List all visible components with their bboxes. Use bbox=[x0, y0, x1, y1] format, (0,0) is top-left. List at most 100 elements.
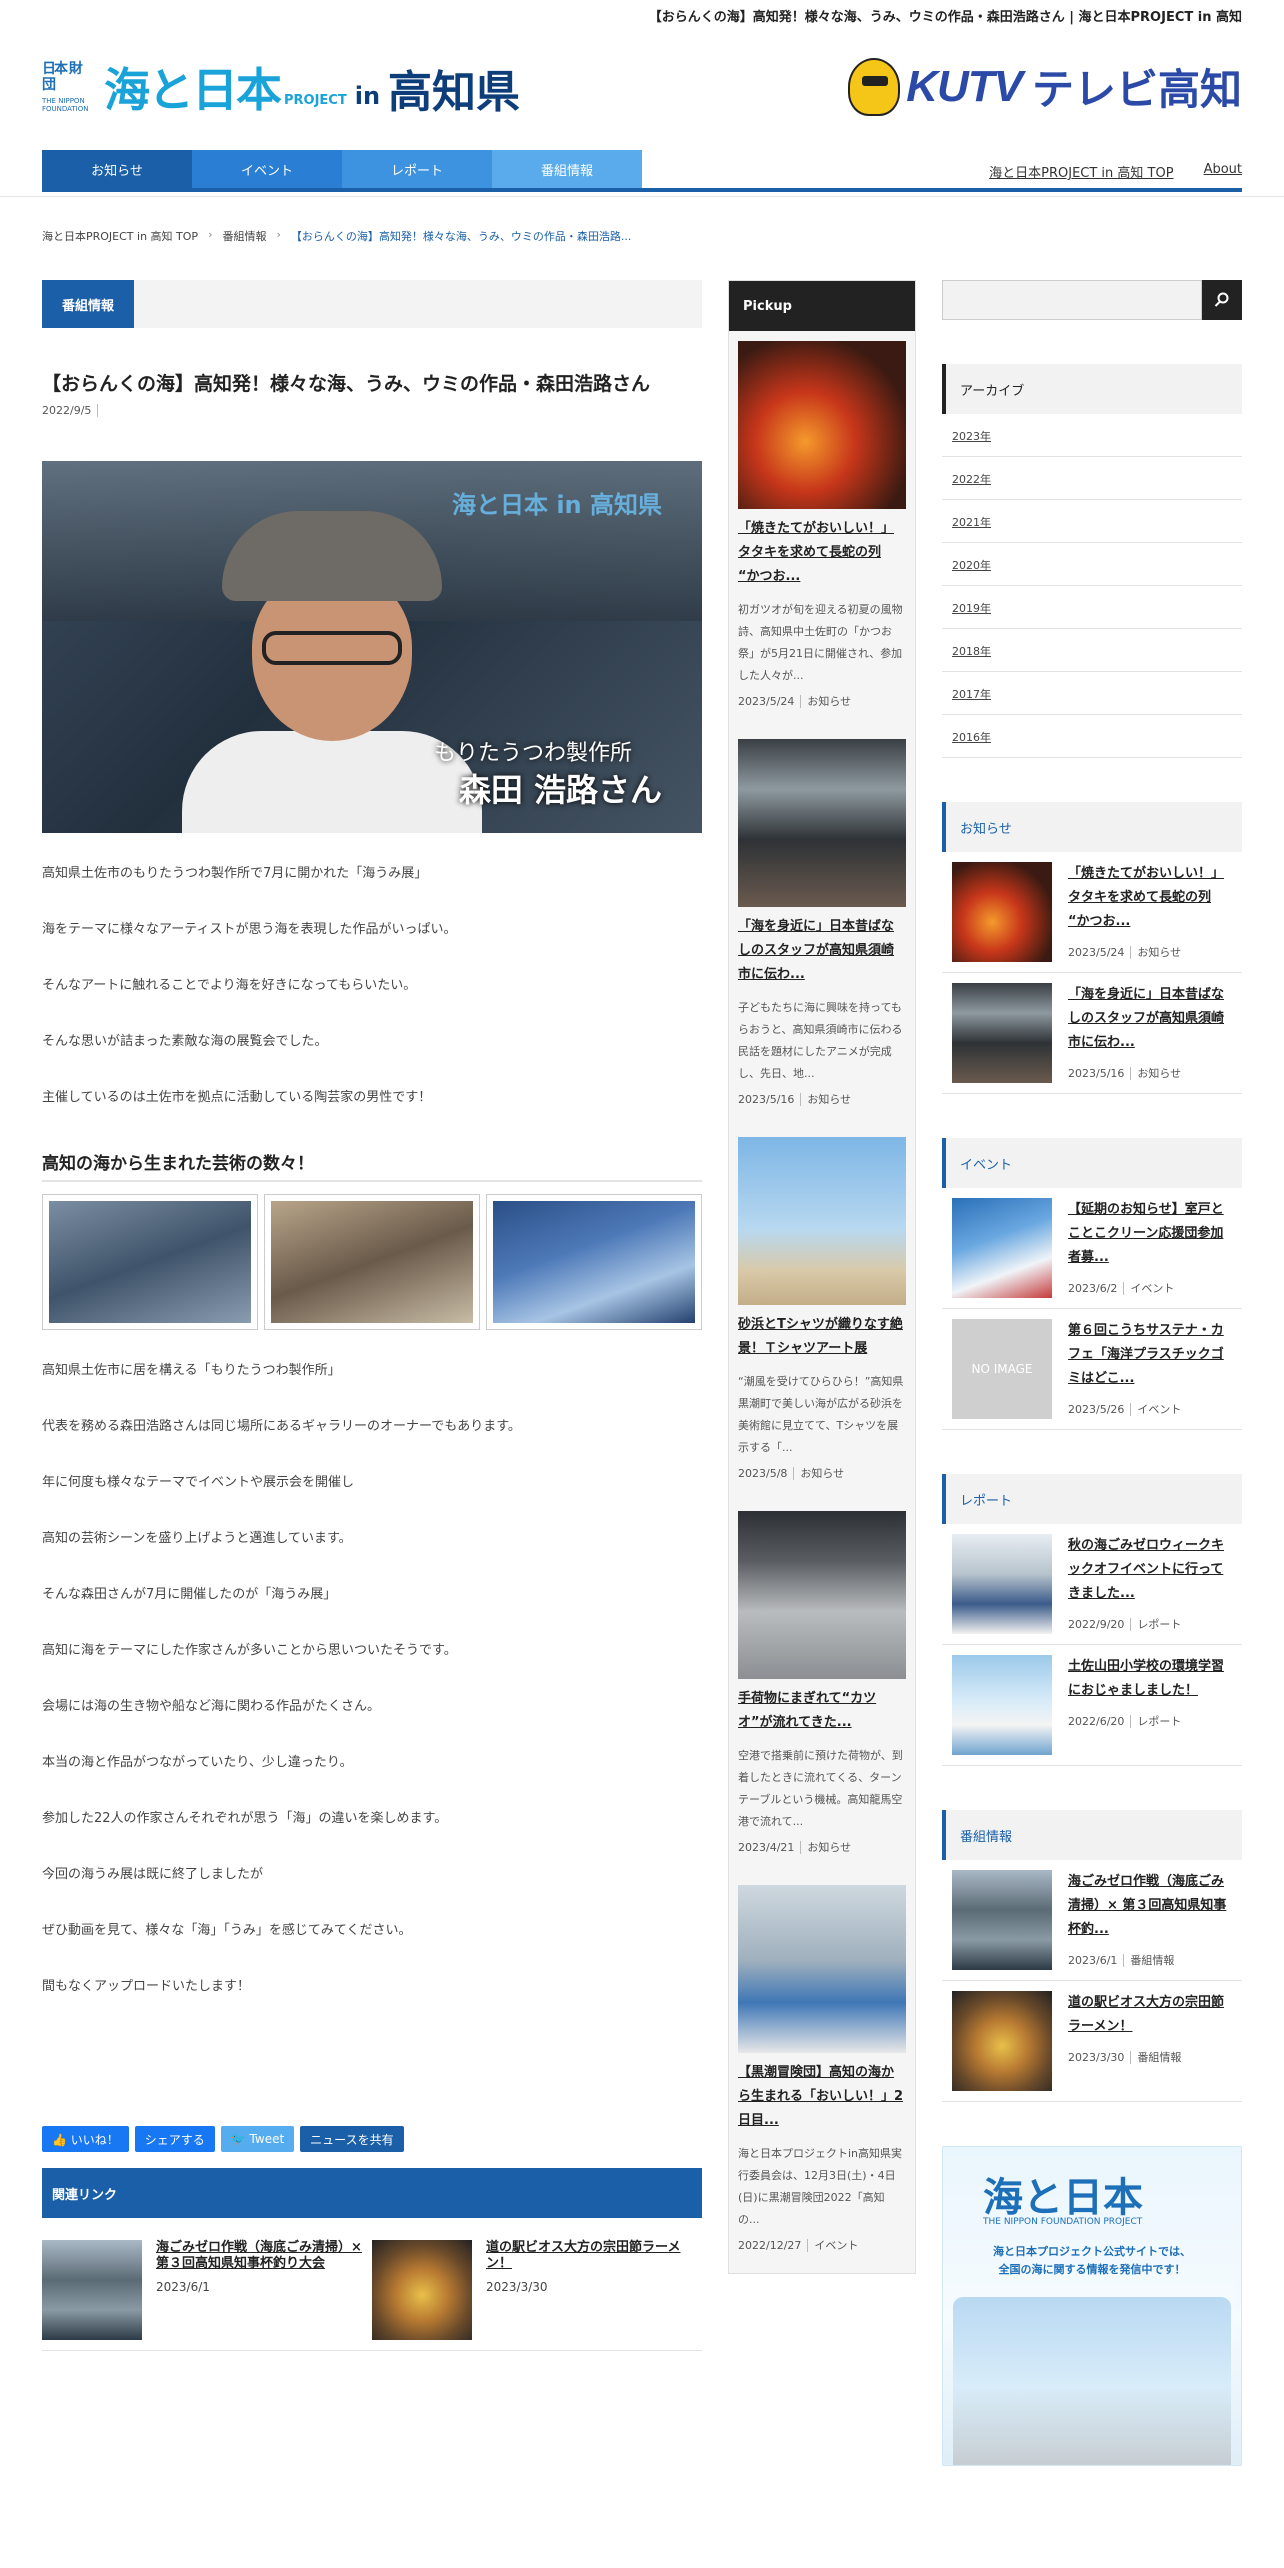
pickup-title[interactable]: 手荷物にまぎれて“カツオ”が流れてきた... bbox=[738, 1687, 906, 1735]
side-post-date: 2023/6/1 bbox=[1068, 1954, 1125, 1967]
side-post-category[interactable]: イベント bbox=[1130, 1282, 1174, 1295]
side-post-category[interactable]: レポート bbox=[1137, 1618, 1181, 1631]
pickup-title[interactable]: 「焼きたてがおいしい！」タタキを求めて長蛇の列 “かつお... bbox=[738, 517, 906, 589]
pickup-category[interactable]: お知らせ bbox=[800, 1467, 844, 1480]
search-form bbox=[942, 280, 1242, 320]
body-paragraph: 今回の海うみ展は既に終了しましたが bbox=[42, 1867, 264, 1882]
side-post-thumbnail[interactable] bbox=[952, 983, 1052, 1083]
pickup-category[interactable]: お知らせ bbox=[807, 695, 851, 708]
post-date: 2022/9/5 bbox=[42, 404, 702, 417]
pickup-thumbnail[interactable] bbox=[738, 1511, 906, 1679]
archive-item[interactable]: 2017年 bbox=[942, 672, 1242, 715]
pickup-item[interactable]: 【黒潮冒険団】高知の海から生まれる「おいしい！」2日目... 海と日本プロジェク… bbox=[729, 1875, 915, 2273]
search-icon[interactable] bbox=[1202, 280, 1242, 320]
related-title[interactable]: 道の駅ビオス大方の宗田節ラーメン！ bbox=[486, 2240, 702, 2272]
side-post-thumbnail[interactable] bbox=[952, 1198, 1052, 1298]
pickup-thumbnail[interactable] bbox=[738, 341, 906, 509]
archive-item[interactable]: 2016年 bbox=[942, 715, 1242, 758]
gallery-image[interactable] bbox=[264, 1194, 480, 1330]
pickup-item[interactable]: 砂浜とTシャツが織りなす絶景！Ｔシャツアート展 “潮風を受けてひらひら！”高知県… bbox=[729, 1127, 915, 1501]
nav-oshirase[interactable]: お知らせ bbox=[42, 150, 192, 188]
side-post-title[interactable]: 第６回こうちサステナ・カフェ「海洋プラスチックゴミはどこ... bbox=[1068, 1319, 1232, 1391]
tv-kochi-text: テレビ高知 bbox=[1031, 65, 1242, 114]
archive-item[interactable]: 2023年 bbox=[942, 414, 1242, 457]
nav-report[interactable]: レポート bbox=[342, 150, 492, 188]
side-post-title[interactable]: 秋の海ごみゼロウィークキックオフイベントに行ってきました... bbox=[1068, 1534, 1232, 1606]
side-post-item[interactable]: 道の駅ビオス大方の宗田節ラーメン！ 2023/3/30 番組情報 bbox=[942, 1981, 1242, 2102]
side-post-category[interactable]: お知らせ bbox=[1137, 946, 1181, 959]
category-label[interactable]: 番組情報 bbox=[42, 280, 135, 328]
pickup-category[interactable]: お知らせ bbox=[807, 1841, 851, 1854]
nav-event[interactable]: イベント bbox=[192, 150, 342, 188]
gallery-image[interactable] bbox=[486, 1194, 702, 1330]
side-post-item[interactable]: 秋の海ごみゼロウィークキックオフイベントに行ってきました... 2022/9/2… bbox=[942, 1524, 1242, 1645]
nav-about-link[interactable]: About bbox=[1204, 162, 1242, 181]
archive-item[interactable]: 2018年 bbox=[942, 629, 1242, 672]
kochi-label: 高知県 bbox=[388, 67, 521, 118]
side-post-item[interactable]: 【延期のお知らせ】室戸とことこクリーン応援団参加者募... 2023/6/2 イベ… bbox=[942, 1188, 1242, 1309]
search-input[interactable] bbox=[942, 280, 1202, 320]
side-post-item[interactable]: 土佐山田小学校の環境学習におじゃましました！ 2022/6/20 レポート bbox=[942, 1645, 1242, 1766]
pickup-item[interactable]: 「海を身近に」日本昔ばなしのスタッフが高知県須崎市に伝わ... 子どもたちに海に… bbox=[729, 729, 915, 1127]
side-post-item[interactable]: 「海を身近に」日本昔ばなしのスタッフが高知県須崎市に伝わ... 2023/5/1… bbox=[942, 973, 1242, 1094]
related-item[interactable]: 道の駅ビオス大方の宗田節ラーメン！ 2023/3/30 bbox=[372, 2240, 702, 2340]
side-post-category[interactable]: 番組情報 bbox=[1130, 1954, 1174, 1967]
facebook-share-button[interactable]: シェアする bbox=[134, 2126, 215, 2152]
kutv-logo[interactable]: KUTV テレビ高知 bbox=[848, 56, 1242, 117]
pickup-title[interactable]: 砂浜とTシャツが織りなす絶景！Ｔシャツアート展 bbox=[738, 1313, 906, 1361]
side-post-title[interactable]: 海ごみゼロ作戦（海底ごみ清掃）× 第３回高知県知事杯釣... bbox=[1068, 1870, 1232, 1942]
breadcrumb: 海と日本PROJECT in 高知 TOP › 番組情報 › 【おらんくの海】高… bbox=[42, 228, 631, 244]
related-title[interactable]: 海ごみゼロ作戦（海底ごみ清掃）× 第３回高知県知事杯釣り大会 bbox=[156, 2240, 372, 2272]
side-post-meta: 2023/5/16 お知らせ bbox=[1068, 1065, 1232, 1081]
side-post-item[interactable]: NO IMAGE 第６回こうちサステナ・カフェ「海洋プラスチックゴミはどこ...… bbox=[942, 1309, 1242, 1430]
breadcrumb-category[interactable]: 番組情報 bbox=[222, 228, 266, 244]
pickup-thumbnail[interactable] bbox=[738, 1137, 906, 1305]
pickup-meta: 2023/5/16 お知らせ bbox=[738, 1091, 906, 1127]
news-share-button[interactable]: ニュースを共有 bbox=[300, 2126, 404, 2152]
side-post-title[interactable]: 【延期のお知らせ】室戸とことこクリーン応援団参加者募... bbox=[1068, 1198, 1232, 1270]
pickup-title[interactable]: 「海を身近に」日本昔ばなしのスタッフが高知県須崎市に伝わ... bbox=[738, 915, 906, 987]
side-post-title[interactable]: 「海を身近に」日本昔ばなしのスタッフが高知県須崎市に伝わ... bbox=[1068, 983, 1232, 1055]
side-post-title[interactable]: 道の駅ビオス大方の宗田節ラーメン！ bbox=[1068, 1991, 1232, 2039]
archive-item[interactable]: 2021年 bbox=[942, 500, 1242, 543]
archive-item[interactable]: 2020年 bbox=[942, 543, 1242, 586]
pickup-category[interactable]: イベント bbox=[814, 2239, 858, 2252]
archive-item[interactable]: 2019年 bbox=[942, 586, 1242, 629]
side-post-category[interactable]: お知らせ bbox=[1137, 1067, 1181, 1080]
no-image-placeholder[interactable]: NO IMAGE bbox=[952, 1319, 1052, 1419]
pickup-thumbnail[interactable] bbox=[738, 739, 906, 907]
facebook-like-button[interactable]: 👍 いいね！ bbox=[42, 2126, 129, 2152]
side-post-thumbnail[interactable] bbox=[952, 862, 1052, 962]
nav-top-link[interactable]: 海と日本PROJECT in 高知 TOP bbox=[989, 162, 1173, 181]
site-logo[interactable]: 日本 財団 THE NIPPON FOUNDATION 海と日本 PROJECT… bbox=[42, 54, 520, 120]
side-post-thumbnail[interactable] bbox=[952, 1534, 1052, 1634]
pickup-item[interactable]: 「焼きたてがおいしい！」タタキを求めて長蛇の列 “かつお... 初ガツオが旬を迎… bbox=[729, 331, 915, 729]
side-post-item[interactable]: 「焼きたてがおいしい！」タタキを求めて長蛇の列 “かつお... 2023/5/2… bbox=[942, 852, 1242, 973]
nav-program[interactable]: 番組情報 bbox=[492, 150, 642, 188]
gallery-image[interactable] bbox=[42, 1194, 258, 1330]
side-post-title[interactable]: 土佐山田小学校の環境学習におじゃましました！ bbox=[1068, 1655, 1232, 1703]
side-post-category[interactable]: レポート bbox=[1137, 1715, 1181, 1728]
pickup-meta: 2023/5/8 お知らせ bbox=[738, 1465, 906, 1501]
banner-text: 海と日本プロジェクト公式サイトでは、 全国の海に関する情報を発信中です！ bbox=[993, 2245, 1191, 2276]
side-post-category[interactable]: 番組情報 bbox=[1137, 2051, 1181, 2064]
gallery bbox=[42, 1194, 702, 1330]
side-post-title[interactable]: 「焼きたてがおいしい！」タタキを求めて長蛇の列 “かつお... bbox=[1068, 862, 1232, 934]
pickup-title[interactable]: 【黒潮冒険団】高知の海から生まれる「おいしい！」2日目... bbox=[738, 2061, 906, 2133]
related-date: 2023/3/30 bbox=[486, 2280, 548, 2294]
pickup-item[interactable]: 手荷物にまぎれて“カツオ”が流れてきた... 空港で搭乗前に預けた荷物が、到着し… bbox=[729, 1501, 915, 1875]
side-post-thumbnail[interactable] bbox=[952, 1655, 1052, 1755]
side-post-thumbnail[interactable] bbox=[952, 1870, 1052, 1970]
pickup-thumbnail[interactable] bbox=[738, 1885, 906, 2053]
pickup-category[interactable]: お知らせ bbox=[807, 1093, 851, 1106]
side-post-thumbnail[interactable] bbox=[952, 1991, 1052, 2091]
breadcrumb-home[interactable]: 海と日本PROJECT in 高知 TOP bbox=[42, 228, 198, 244]
related-item[interactable]: 海ごみゼロ作戦（海底ごみ清掃）× 第３回高知県知事杯釣り大会 2023/6/1 bbox=[42, 2240, 372, 2340]
side-post-category[interactable]: イベント bbox=[1137, 1403, 1181, 1416]
side-post-item[interactable]: 海ごみゼロ作戦（海底ごみ清掃）× 第３回高知県知事杯釣... 2023/6/1 番… bbox=[942, 1860, 1242, 1981]
umi-project-banner[interactable]: 海と日本 THE NIPPON FOUNDATION PROJECT 海と日本プ… bbox=[942, 2146, 1242, 2466]
related-thumbnail[interactable] bbox=[42, 2240, 142, 2340]
related-thumbnail[interactable] bbox=[372, 2240, 472, 2340]
archive-item[interactable]: 2022年 bbox=[942, 457, 1242, 500]
tweet-button[interactable]: 🐦 Tweet bbox=[220, 2126, 295, 2152]
